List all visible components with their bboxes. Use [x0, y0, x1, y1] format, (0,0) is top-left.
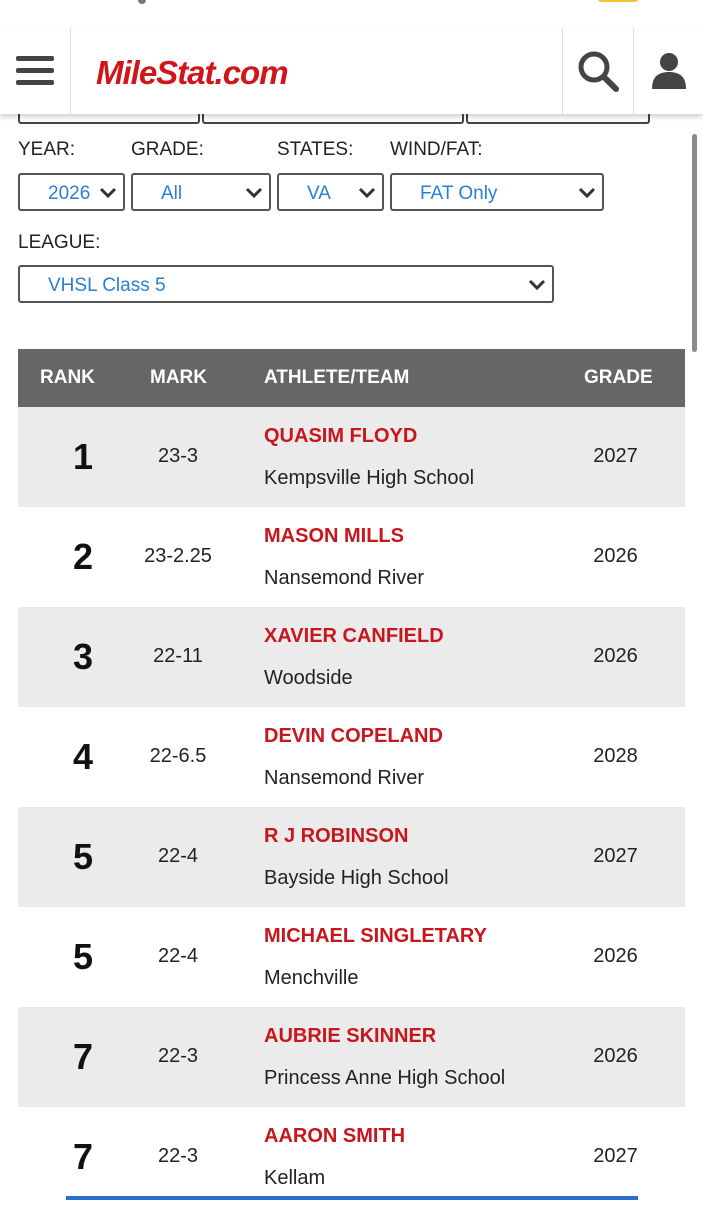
chevron-down-icon: [528, 279, 546, 291]
league-label: LEAGUE:: [18, 232, 101, 253]
column-header-athlete-team[interactable]: ATHLETE/TEAM: [264, 367, 409, 389]
user-icon: [652, 53, 686, 89]
team-name: Nansemond River: [264, 567, 425, 589]
battery-indicator: [598, 0, 638, 2]
team-name: Kellam: [264, 1167, 326, 1189]
team-name: Menchville: [264, 967, 359, 989]
athlete-link[interactable]: AUBRIE SKINNER: [264, 1025, 436, 1048]
grade-cell: 2027: [593, 1145, 638, 1167]
wind-fat-select[interactable]: FAT Only: [390, 173, 604, 211]
athlete-link[interactable]: XAVIER CANFIELD: [264, 625, 444, 648]
grade-label: GRADE:: [131, 139, 204, 160]
status-indicator: [138, 0, 146, 4]
column-header-grade[interactable]: GRADE: [584, 367, 653, 389]
mark-cell: 22-3: [157, 1145, 199, 1167]
status-bar: [0, 0, 703, 18]
athlete-link[interactable]: R J ROBINSON: [264, 825, 408, 848]
table-row: 5 22-4 R J ROBINSON Bayside High School …: [18, 807, 685, 907]
mark-cell: 22-4: [157, 945, 199, 967]
states-select-value: VA: [307, 183, 331, 204]
mark-cell: 22-4: [157, 845, 199, 867]
wind-fat-label: WIND/FAT:: [390, 139, 483, 160]
team-name: Nansemond River: [264, 767, 425, 789]
column-header-mark[interactable]: MARK: [150, 367, 207, 389]
chevron-down-icon: [245, 187, 263, 199]
team-name: Bayside High School: [264, 867, 449, 889]
table-row: 4 22-6.5 DEVIN COPELAND Nansemond River …: [18, 707, 685, 807]
mark-cell: 22-6.5: [149, 745, 207, 767]
team-name: Princess Anne High School: [264, 1067, 506, 1089]
mark-cell: 22-11: [153, 645, 203, 667]
table-header: RANK MARK ATHLETE/TEAM GRADE: [18, 349, 685, 407]
league-select-value: VHSL Class 5: [48, 275, 166, 296]
league-select[interactable]: VHSL Class 5: [18, 265, 554, 303]
search-button[interactable]: [562, 28, 633, 114]
athlete-link[interactable]: DEVIN COPELAND: [264, 725, 443, 748]
user-account-button[interactable]: [633, 28, 703, 114]
rankings-table: RANK MARK ATHLETE/TEAM GRADE 1 23-3 QUAS…: [18, 349, 685, 1207]
table-row: 7 22-3 AUBRIE SKINNER Princess Anne High…: [18, 1007, 685, 1107]
year-select-value: 2026: [48, 183, 91, 204]
grade-cell: 2027: [593, 845, 638, 867]
table-row: 5 22-4 MICHAEL SINGLETARY Menchville 202…: [18, 907, 685, 1007]
states-select[interactable]: VA: [277, 173, 384, 211]
athlete-link[interactable]: MICHAEL SINGLETARY: [264, 925, 487, 948]
table-row: 2 23-2.25 MASON MILLS Nansemond River 20…: [18, 507, 685, 607]
year-label: YEAR:: [18, 139, 76, 160]
chevron-down-icon: [358, 187, 376, 199]
mark-cell: 23-2.25: [144, 545, 212, 567]
wind-fat-select-value: FAT Only: [420, 183, 498, 204]
grade-cell: 2026: [593, 945, 638, 967]
athlete-link[interactable]: AARON SMITH: [264, 1125, 405, 1148]
athlete-link[interactable]: QUASIM FLOYD: [264, 425, 417, 448]
search-icon: [578, 51, 619, 92]
grade-cell: 2027: [593, 445, 638, 467]
grade-select[interactable]: All: [131, 173, 271, 211]
mark-cell: 23-3: [157, 445, 199, 467]
grade-cell: 2026: [593, 1045, 638, 1067]
menu-button[interactable]: [0, 28, 71, 114]
grade-cell: 2028: [593, 745, 638, 767]
table-row: 7 22-3 AARON SMITH Kellam 2027: [18, 1107, 685, 1207]
column-header-rank[interactable]: RANK: [40, 367, 95, 389]
table-row: 1 23-3 QUASIM FLOYD Kempsville High Scho…: [18, 407, 685, 507]
mark-cell: 22-3: [157, 1045, 199, 1067]
team-name: Woodside: [264, 667, 353, 689]
athlete-link[interactable]: MASON MILLS: [264, 525, 404, 548]
chevron-down-icon: [578, 187, 596, 199]
states-label: STATES:: [277, 139, 354, 160]
grade-cell: 2026: [593, 645, 638, 667]
grade-cell: 2026: [593, 545, 638, 567]
ad-banner-edge: [66, 1196, 638, 1200]
chevron-down-icon: [99, 187, 117, 199]
site-header: MileStat.com: [0, 28, 703, 114]
table-row: 3 22-11 XAVIER CANFIELD Woodside 2026: [18, 607, 685, 707]
team-name: Kempsville High School: [264, 467, 475, 489]
grade-select-value: All: [161, 183, 183, 204]
hamburger-menu-icon: [16, 56, 54, 85]
page-scrollbar[interactable]: [692, 134, 697, 352]
site-logo[interactable]: MileStat.com: [96, 54, 289, 92]
year-select[interactable]: 2026: [18, 173, 125, 211]
